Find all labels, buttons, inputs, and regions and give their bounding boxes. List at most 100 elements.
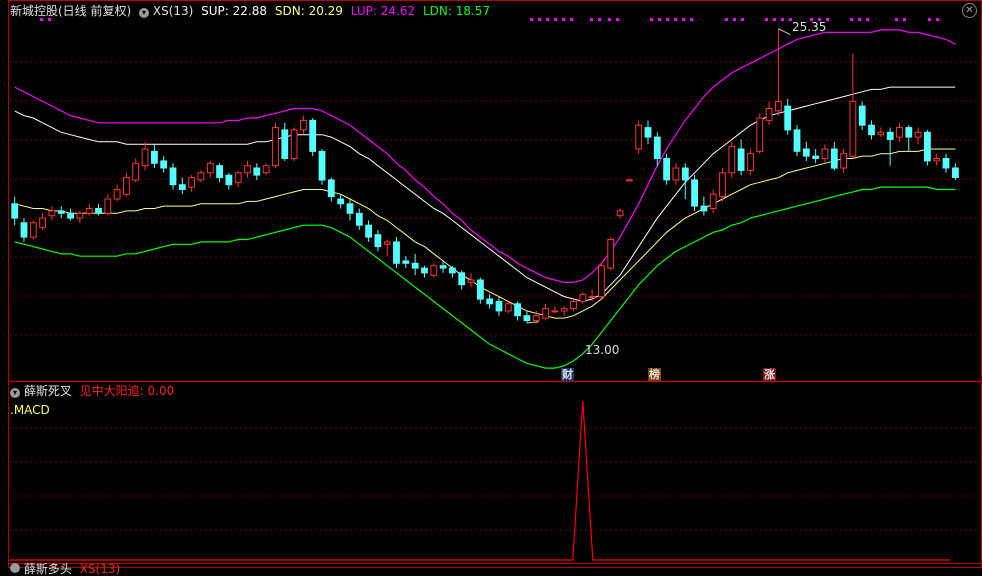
signal-dot-4: [682, 18, 685, 21]
candle-body-72: [681, 167, 689, 181]
candle-body-22: [216, 165, 223, 179]
sub-indicator-name[interactable]: 薛斯死叉: [24, 384, 72, 398]
bottom-header: 薛斯多头 XS(13): [10, 562, 120, 576]
sub-dropdown-icon[interactable]: ▾: [10, 388, 20, 398]
signal-dot-0: [48, 18, 51, 21]
price-grid: [10, 61, 980, 531]
high-price-label: 25.35: [792, 20, 827, 34]
signal-dot-8: [858, 18, 861, 21]
candle-body-88: [830, 148, 838, 169]
candle-body-20: [197, 172, 205, 181]
signal-dot-1: [562, 18, 565, 21]
lup-value: 24.62: [380, 4, 416, 18]
candle-body-93: [877, 131, 885, 136]
candle-body-11: [113, 189, 121, 200]
panel-frame: [8, 0, 982, 568]
signal-label: 见中大阳追:: [79, 384, 144, 398]
candle-body-18: [178, 184, 186, 190]
candle-body-90: [849, 100, 857, 157]
candle-body-62: [588, 296, 596, 299]
signal-dot-4: [674, 18, 677, 21]
candle-body-74: [700, 205, 708, 212]
candle-body-23: [225, 174, 233, 186]
candle-body-70: [663, 158, 671, 181]
candle-body-3: [39, 217, 47, 229]
candle-body-12: [123, 177, 130, 195]
signal-dot-10: [928, 18, 931, 21]
candle-body-17: [169, 167, 177, 186]
candle-body-40: [383, 241, 391, 245]
signal-dot-4: [666, 18, 669, 21]
signal-dot-1: [570, 18, 573, 21]
candle-body-56: [532, 315, 540, 322]
candle-body-30: [290, 129, 298, 159]
candle-body-67: [635, 124, 643, 150]
candle-body-82: [775, 100, 782, 112]
candle-body-68: [644, 127, 652, 138]
marker-zhang[interactable]: 涨: [763, 368, 776, 381]
candle-body-48: [458, 272, 466, 286]
candle-body-24: [234, 172, 242, 183]
signal-dot-6: [765, 18, 768, 21]
signal-dot-1: [546, 18, 549, 21]
candle-body-55: [523, 315, 531, 322]
candle-body-98: [924, 131, 931, 162]
candle-body-69: [653, 136, 661, 160]
candle-body-94: [886, 131, 894, 140]
candle-body-36: [346, 203, 354, 214]
ldn-line: [14, 186, 956, 369]
candle-body-75: [709, 193, 717, 209]
indicator-name[interactable]: XS(13): [153, 4, 193, 18]
bottom-indicator-text: XS(13): [79, 562, 121, 576]
candle-body-35: [337, 198, 345, 205]
dropdown-icon[interactable]: ▾: [139, 8, 150, 18]
sup-value: 22.88: [232, 4, 268, 18]
sdn-label: SDN:: [274, 4, 305, 18]
candle-body-14: [141, 148, 149, 167]
candle-body-21: [206, 162, 214, 174]
candle-body-52: [495, 300, 503, 312]
ldn-label: LDN:: [422, 4, 452, 18]
candle-body-2: [29, 222, 37, 238]
candle-body-96: [905, 127, 913, 138]
candle-body-16: [160, 160, 168, 169]
bottom-indicator-name[interactable]: 薛斯多头: [24, 562, 72, 576]
main-header: 新城控股(日线 前复权) ▾ XS(13) SUP: 22.88 SDN: 20…: [10, 4, 490, 18]
candle-body-13: [132, 162, 140, 181]
candle-body-37: [355, 212, 363, 226]
candle-body-26: [253, 167, 261, 176]
signal-dot-5: [733, 18, 736, 21]
candle-body-9: [95, 208, 102, 214]
marker-cai[interactable]: 财: [561, 368, 574, 381]
candle-body-0: [11, 203, 19, 219]
candle-body-54: [514, 303, 522, 317]
high-pointer: [778, 28, 791, 36]
signal-dot-8: [850, 18, 853, 21]
signal-dot-4: [650, 18, 653, 21]
window-close-icon[interactable]: ✕: [962, 3, 977, 18]
candle-body-79: [747, 153, 754, 171]
candle-body-27: [262, 165, 270, 174]
candle-body-41: [393, 241, 400, 264]
signal-dot-6: [773, 18, 776, 21]
signal-dot-1: [538, 18, 541, 21]
marker-bang[interactable]: 榜: [648, 368, 661, 381]
candle-body-65: [616, 210, 624, 217]
candle-body-25: [244, 165, 251, 174]
candle-body-91: [858, 105, 866, 126]
candle-body-89: [840, 153, 848, 169]
outer-frame: [8, 0, 982, 568]
signal-dot-5: [725, 18, 728, 21]
candle-body-49: [467, 279, 475, 283]
candle-body-61: [579, 293, 587, 302]
bottom-dropdown-icon[interactable]: [10, 563, 20, 573]
candle-body-87: [821, 148, 829, 159]
candle-body-44: [421, 267, 428, 274]
signal-dot-2: [590, 18, 593, 21]
signal-dot-10: [936, 18, 939, 21]
signal-spike-line: [10, 400, 950, 561]
candle-body-19: [188, 177, 195, 188]
stock-chart[interactable]: [0, 0, 982, 569]
candle-body-59: [560, 308, 568, 312]
candle-body-63: [598, 265, 605, 298]
